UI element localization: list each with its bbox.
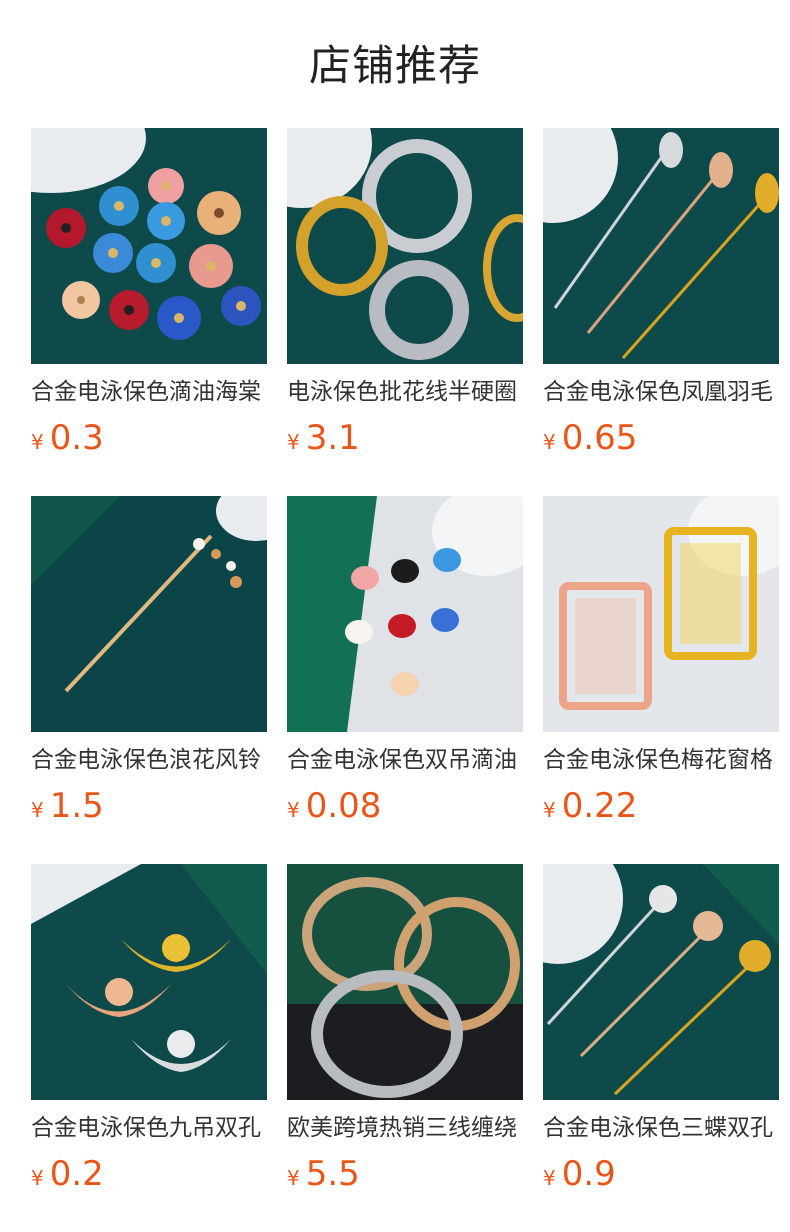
product-price: ¥0.22: [543, 786, 637, 832]
product-image-enamel-flowers[interactable]: [31, 128, 267, 364]
product-card[interactable]: 合金电泳保色三蝶双孔 ¥0.9: [543, 864, 779, 1204]
currency-symbol: ¥: [287, 798, 300, 822]
price-value: 0.2: [49, 1154, 104, 1194]
product-name[interactable]: 合金电泳保色浪花风铃: [31, 744, 267, 776]
currency-symbol: ¥: [543, 1166, 556, 1190]
product-image-feather-hairpins[interactable]: [543, 128, 779, 364]
product-price: ¥0.08: [287, 786, 381, 832]
product-image-window-frames[interactable]: [543, 496, 779, 732]
product-card[interactable]: 合金电泳保色梅花窗格 ¥0.22: [543, 496, 779, 836]
product-image-tassel-hairpin[interactable]: [31, 496, 267, 732]
price-value: 0.9: [561, 1154, 616, 1194]
product-name[interactable]: 合金电泳保色梅花窗格: [543, 744, 779, 776]
product-card[interactable]: 合金电泳保色滴油海棠 ¥0.3: [31, 128, 267, 468]
product-name[interactable]: 合金电泳保色双吊滴油: [287, 744, 523, 776]
product-price: ¥0.9: [543, 1154, 616, 1200]
product-card[interactable]: 合金电泳保色凤凰羽毛 ¥0.65: [543, 128, 779, 468]
product-card[interactable]: 合金电泳保色九吊双孔 ¥0.2: [31, 864, 267, 1204]
product-price: ¥3.1: [287, 418, 360, 464]
product-price: ¥0.3: [31, 418, 104, 464]
price-value: 3.1: [305, 418, 360, 458]
product-price: ¥0.2: [31, 1154, 104, 1200]
product-card[interactable]: 欧美跨境热销三线缠绕 ¥5.5: [287, 864, 523, 1204]
product-image-butterfly-hairpins[interactable]: [543, 864, 779, 1100]
price-value: 0.22: [561, 786, 638, 826]
product-card[interactable]: 合金电泳保色双吊滴油 ¥0.08: [287, 496, 523, 836]
product-card[interactable]: 电泳保色批花线半硬圈 ¥3.1: [287, 128, 523, 468]
price-value: 5.5: [305, 1154, 360, 1194]
currency-symbol: ¥: [31, 798, 44, 822]
currency-symbol: ¥: [31, 1166, 44, 1190]
product-name[interactable]: 合金电泳保色凤凰羽毛: [543, 376, 779, 408]
price-value: 0.3: [49, 418, 104, 458]
product-price: ¥5.5: [287, 1154, 360, 1200]
product-name[interactable]: 电泳保色批花线半硬圈: [287, 376, 523, 408]
product-card[interactable]: 合金电泳保色浪花风铃 ¥1.5: [31, 496, 267, 836]
product-name[interactable]: 合金电泳保色九吊双孔: [31, 1112, 267, 1144]
product-image-wire-coils[interactable]: [287, 128, 523, 364]
price-value: 1.5: [49, 786, 104, 826]
product-name[interactable]: 合金电泳保色三蝶双孔: [543, 1112, 779, 1144]
price-value: 0.65: [561, 418, 638, 458]
currency-symbol: ¥: [287, 430, 300, 454]
product-image-bangles[interactable]: [287, 864, 523, 1100]
currency-symbol: ¥: [31, 430, 44, 454]
price-value: 0.08: [305, 786, 382, 826]
product-image-butterfly-charms[interactable]: [287, 496, 523, 732]
currency-symbol: ¥: [287, 1166, 300, 1190]
page-title: 店铺推荐: [308, 41, 481, 90]
product-image-lotus-connectors[interactable]: [31, 864, 267, 1100]
currency-symbol: ¥: [543, 430, 556, 454]
product-price: ¥0.65: [543, 418, 637, 464]
currency-symbol: ¥: [543, 798, 556, 822]
product-name[interactable]: 欧美跨境热销三线缠绕: [287, 1112, 523, 1144]
product-price: ¥1.5: [31, 786, 104, 832]
product-name[interactable]: 合金电泳保色滴油海棠: [31, 376, 267, 408]
